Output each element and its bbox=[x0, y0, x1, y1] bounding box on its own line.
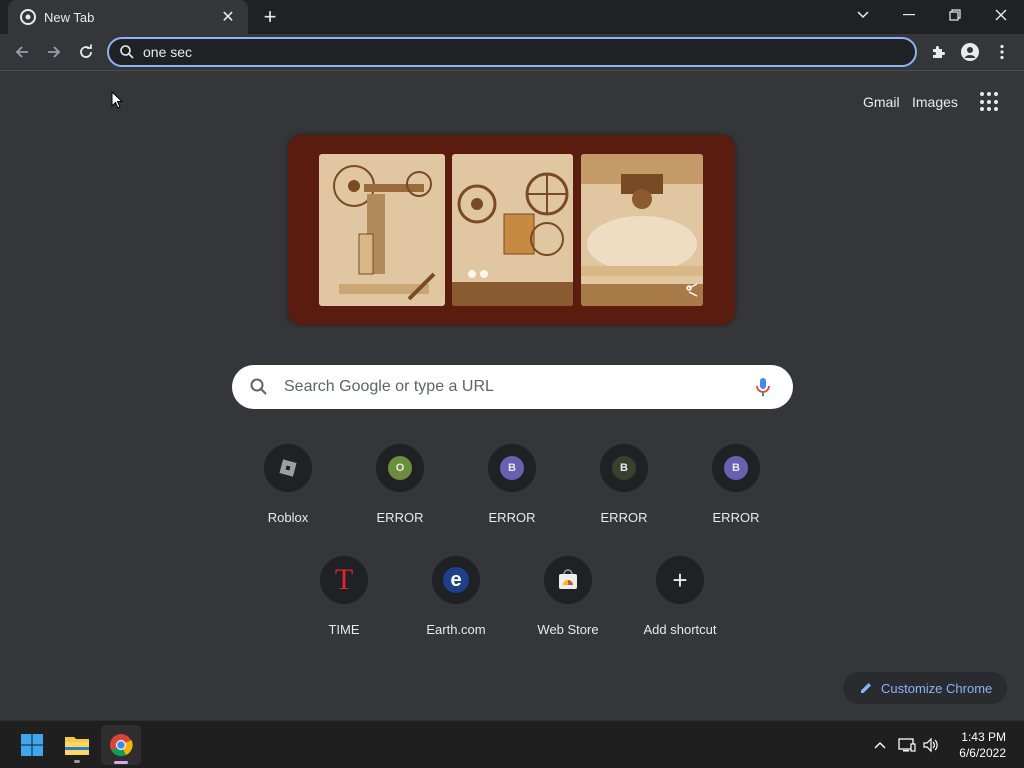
letter-icon: B bbox=[500, 456, 524, 480]
back-button[interactable] bbox=[8, 38, 36, 66]
network-icon[interactable] bbox=[897, 735, 917, 755]
web-store-icon bbox=[559, 569, 577, 589]
restore-button[interactable] bbox=[932, 0, 978, 30]
close-window-button[interactable] bbox=[978, 0, 1024, 30]
shortcut-roblox[interactable]: Roblox bbox=[232, 442, 344, 542]
shortcut-label: ERROR bbox=[600, 510, 648, 525]
letter-icon: O bbox=[388, 456, 412, 480]
reload-button[interactable] bbox=[72, 38, 100, 66]
shortcut-label: ERROR bbox=[712, 510, 760, 525]
mouse-cursor-icon bbox=[111, 91, 123, 109]
gmail-link[interactable]: Gmail bbox=[863, 94, 900, 110]
volume-icon[interactable] bbox=[921, 735, 941, 755]
shortcut-label: ERROR bbox=[488, 510, 536, 525]
roblox-icon bbox=[279, 459, 297, 477]
tab-search-icon[interactable] bbox=[840, 0, 886, 30]
google-apps-icon[interactable] bbox=[980, 92, 1000, 112]
file-explorer-icon[interactable] bbox=[57, 725, 97, 765]
shortcut-label: Earth.com bbox=[426, 622, 486, 637]
shortcut-web-store[interactable]: Web Store bbox=[512, 554, 624, 654]
shortcut-time[interactable]: T TIME bbox=[288, 554, 400, 654]
shortcut-error-2[interactable]: B ERROR bbox=[456, 442, 568, 542]
extensions-icon[interactable] bbox=[924, 38, 952, 66]
shortcut-error-1[interactable]: O ERROR bbox=[344, 442, 456, 542]
letter-icon: B bbox=[612, 456, 636, 480]
new-tab-button[interactable]: + bbox=[256, 4, 284, 29]
tab-new-tab[interactable]: New Tab ✕ bbox=[8, 0, 248, 34]
profile-icon[interactable] bbox=[956, 38, 984, 66]
doodle-panel-2 bbox=[452, 154, 573, 306]
doodle-panel-1 bbox=[319, 154, 445, 306]
clock-date: 6/6/2022 bbox=[959, 746, 1006, 760]
minimize-button[interactable] bbox=[886, 0, 932, 30]
windows-start-icon[interactable] bbox=[12, 725, 52, 765]
shortcut-add[interactable]: + Add shortcut bbox=[624, 554, 736, 654]
tab-close-icon[interactable]: ✕ bbox=[218, 7, 238, 27]
earth-logo-icon: e bbox=[443, 567, 469, 593]
google-doodle[interactable] bbox=[288, 135, 735, 325]
address-input[interactable] bbox=[143, 44, 843, 60]
tab-strip: New Tab ✕ + bbox=[0, 0, 1024, 34]
customize-chrome-button[interactable]: Customize Chrome bbox=[843, 672, 1007, 704]
chevron-up-icon[interactable] bbox=[870, 735, 890, 755]
forward-button[interactable] bbox=[40, 38, 68, 66]
tab-title: New Tab bbox=[44, 9, 95, 25]
chrome-icon bbox=[20, 9, 36, 25]
chrome-taskbar-icon[interactable] bbox=[101, 725, 141, 765]
shortcut-label: Add shortcut bbox=[643, 622, 717, 637]
pencil-icon bbox=[861, 683, 871, 693]
shortcut-earth[interactable]: e Earth.com bbox=[400, 554, 512, 654]
shortcut-label: Web Store bbox=[537, 622, 599, 637]
taskbar-clock[interactable]: 1:43 PM 6/6/2022 bbox=[959, 729, 1006, 761]
shortcut-label: TIME bbox=[328, 622, 360, 637]
shortcut-label: Roblox bbox=[267, 510, 309, 525]
taskbar: 1:43 PM 6/6/2022 bbox=[0, 720, 1024, 768]
plus-icon: + bbox=[672, 564, 688, 595]
images-link[interactable]: Images bbox=[912, 94, 958, 110]
clock-time: 1:43 PM bbox=[961, 730, 1006, 744]
search-icon bbox=[120, 45, 134, 59]
letter-icon: B bbox=[724, 456, 748, 480]
doodle-panel-3 bbox=[581, 154, 703, 306]
shortcut-error-3[interactable]: B ERROR bbox=[568, 442, 680, 542]
customize-label: Customize Chrome bbox=[881, 680, 993, 696]
toolbar bbox=[0, 34, 1024, 71]
time-logo-icon: T bbox=[334, 563, 354, 596]
search-icon bbox=[250, 378, 267, 395]
shortcut-error-4[interactable]: B ERROR bbox=[680, 442, 792, 542]
address-bar[interactable] bbox=[107, 37, 917, 67]
google-search-box[interactable]: Search Google or type a URL bbox=[232, 365, 793, 409]
search-placeholder: Search Google or type a URL bbox=[284, 378, 494, 395]
microphone-icon[interactable] bbox=[751, 375, 775, 399]
shortcut-label: ERROR bbox=[376, 510, 424, 525]
menu-icon[interactable] bbox=[988, 38, 1016, 66]
